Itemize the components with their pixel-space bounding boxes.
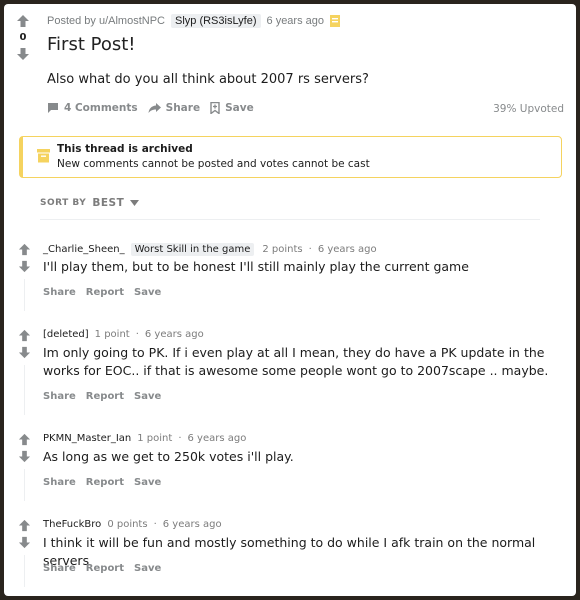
comment-author[interactable]: _Charlie_Sheen_ bbox=[43, 244, 125, 255]
share-button[interactable]: Share bbox=[43, 287, 76, 298]
comment-time[interactable]: 6 years ago bbox=[318, 244, 377, 255]
comment-bubble-icon bbox=[48, 103, 58, 113]
save-button[interactable]: Save bbox=[134, 563, 161, 574]
comment-text: Im only going to PK. If i even play at a… bbox=[43, 345, 549, 378]
save-button[interactable]: Save bbox=[134, 287, 161, 298]
comment-meta: [deleted] 1 point · 6 years ago bbox=[43, 329, 210, 340]
post: 0 Posted by u/AlmostNPC Slyp (RS3isLyfe)… bbox=[4, 4, 576, 132]
separator-dot: · bbox=[135, 329, 139, 340]
thread-line[interactable] bbox=[23, 365, 25, 415]
comments-button[interactable]: 4 Comments bbox=[47, 102, 138, 114]
downvote-arrow-icon[interactable] bbox=[18, 536, 31, 549]
thread-line[interactable] bbox=[23, 555, 25, 587]
report-button[interactable]: Report bbox=[86, 391, 124, 402]
user-flair: Worst Skill in the game bbox=[130, 243, 255, 256]
share-button[interactable]: Share bbox=[43, 563, 76, 574]
comment-points: 0 points bbox=[107, 519, 148, 530]
comment-time[interactable]: 6 years ago bbox=[188, 433, 247, 444]
archived-description: New comments cannot be posted and votes … bbox=[57, 158, 370, 170]
thread-line[interactable] bbox=[23, 469, 25, 501]
award-icon bbox=[330, 15, 340, 27]
upvote-percentage: 39% Upvoted bbox=[493, 103, 564, 115]
separator-dot: · bbox=[308, 244, 312, 255]
report-button[interactable]: Report bbox=[86, 287, 124, 298]
comment-author[interactable]: TheFuckBro bbox=[43, 519, 101, 530]
downvote-arrow-icon[interactable] bbox=[18, 346, 31, 359]
upvote-arrow-icon[interactable] bbox=[18, 243, 31, 256]
comment-text: I'll play them, but to be honest I'll st… bbox=[43, 259, 469, 274]
post-time[interactable]: 6 years ago bbox=[267, 15, 324, 27]
comment-vote-column bbox=[16, 243, 32, 311]
downvote-arrow-icon[interactable] bbox=[18, 260, 31, 273]
divider bbox=[40, 219, 540, 220]
comment-meta: PKMN_Master_Ian 1 point · 6 years ago bbox=[43, 433, 252, 444]
downvote-arrow-icon[interactable] bbox=[16, 47, 30, 61]
sort-label: SORT BY bbox=[40, 198, 87, 208]
comment-actions: Share Report Save bbox=[43, 287, 171, 298]
bookmark-icon bbox=[210, 102, 220, 114]
share-button[interactable]: Share bbox=[43, 477, 76, 488]
sort-dropdown[interactable]: SORT BY BEST bbox=[40, 197, 140, 209]
separator-dot: · bbox=[178, 433, 182, 444]
comment-vote-column bbox=[16, 329, 32, 415]
comment-points: 1 point bbox=[137, 433, 173, 444]
share-button[interactable]: Share bbox=[43, 391, 76, 402]
thread-line[interactable] bbox=[23, 279, 25, 311]
comment-actions: Share Report Save bbox=[43, 563, 171, 574]
post-author[interactable]: Posted by u/AlmostNPC bbox=[47, 15, 165, 27]
upvote-arrow-icon[interactable] bbox=[18, 433, 31, 446]
upvote-arrow-icon[interactable] bbox=[16, 14, 30, 28]
post-meta: Posted by u/AlmostNPC Slyp (RS3isLyfe) 6… bbox=[47, 14, 340, 28]
report-button[interactable]: Report bbox=[86, 477, 124, 488]
save-label: Save bbox=[225, 102, 254, 114]
post-actions: 4 Comments Share Save bbox=[47, 102, 264, 114]
post-title[interactable]: First Post! bbox=[47, 34, 135, 55]
comment-time[interactable]: 6 years ago bbox=[163, 519, 222, 530]
post-card: 0 Posted by u/AlmostNPC Slyp (RS3isLyfe)… bbox=[4, 4, 576, 596]
comment-time[interactable]: 6 years ago bbox=[145, 329, 204, 340]
share-label: Share bbox=[165, 102, 201, 114]
post-score: 0 bbox=[19, 32, 27, 43]
comment-meta: _Charlie_Sheen_ Worst Skill in the game … bbox=[43, 243, 383, 256]
sort-value: BEST bbox=[92, 197, 125, 209]
save-button[interactable]: Save bbox=[210, 102, 254, 114]
comment-points: 1 point bbox=[94, 329, 130, 340]
comment-points: 2 points bbox=[262, 244, 303, 255]
downvote-arrow-icon[interactable] bbox=[18, 450, 31, 463]
share-arrow-icon bbox=[148, 103, 161, 113]
comment-text: As long as we get to 250k votes i'll pla… bbox=[43, 449, 294, 464]
caret-down-icon bbox=[130, 200, 140, 206]
separator-dot: · bbox=[153, 519, 157, 530]
report-button[interactable]: Report bbox=[86, 563, 124, 574]
archived-notice: This thread is archived New comments can… bbox=[19, 136, 562, 178]
save-button[interactable]: Save bbox=[134, 391, 161, 402]
comment-actions: Share Report Save bbox=[43, 477, 171, 488]
comment-author[interactable]: [deleted] bbox=[43, 329, 89, 340]
comments-label: 4 Comments bbox=[64, 102, 138, 114]
upvote-arrow-icon[interactable] bbox=[18, 329, 31, 342]
comment-author[interactable]: PKMN_Master_Ian bbox=[43, 433, 131, 444]
archived-title: This thread is archived bbox=[57, 143, 193, 155]
post-body: Also what do you all think about 2007 rs… bbox=[47, 72, 369, 87]
save-button[interactable]: Save bbox=[134, 477, 161, 488]
post-vote-column: 0 bbox=[14, 14, 32, 61]
share-button[interactable]: Share bbox=[148, 102, 200, 114]
comment-meta: TheFuckBro 0 points · 6 years ago bbox=[43, 519, 228, 530]
comment-vote-column bbox=[16, 519, 32, 587]
archive-box-icon bbox=[37, 149, 50, 163]
upvote-arrow-icon[interactable] bbox=[18, 519, 31, 532]
comment-actions: Share Report Save bbox=[43, 391, 171, 402]
comment-vote-column bbox=[16, 433, 32, 501]
user-flair: Slyp (RS3isLyfe) bbox=[171, 14, 261, 28]
